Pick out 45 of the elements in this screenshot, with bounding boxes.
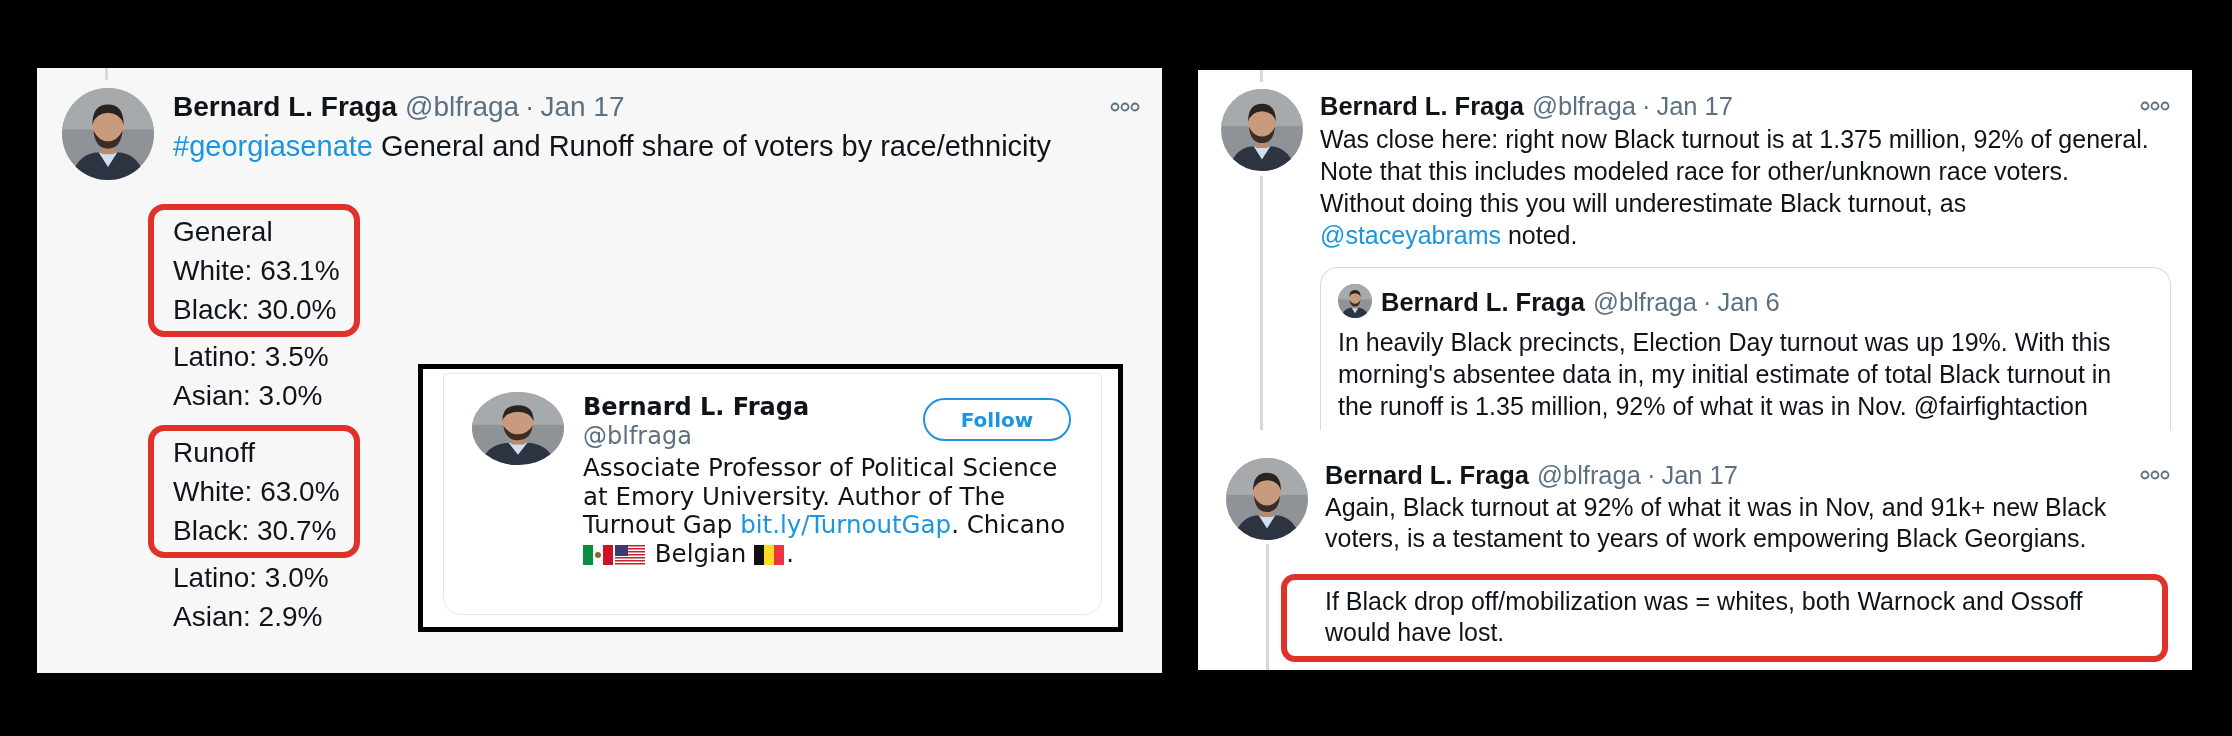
author-handle[interactable]: @blfraga [1537, 458, 1641, 492]
tweet-date[interactable]: Jan 17 [1661, 458, 1738, 492]
quoted-tweet[interactable] [1320, 267, 2171, 430]
stat-line: Black: 30.0% [173, 293, 338, 327]
author-handle[interactable]: @blfraga [405, 88, 520, 126]
tweet-date[interactable]: Jan 17 [1656, 89, 1733, 123]
bio-link[interactable]: bit.ly/TurnoutGap [740, 510, 952, 539]
tweet-text: Again, Black turnout at 92% of what it was in Nov, and 91k+ new Black voters, is a testament to years of work empowering Black Georgians. [1325, 492, 2108, 554]
author-handle[interactable]: @blfraga [1593, 284, 1697, 320]
follow-button[interactable]: Follow [923, 398, 1071, 441]
more-icon[interactable] [2140, 101, 2170, 111]
profile-name[interactable]: Bernard L. Fraga [583, 392, 923, 422]
separator-dot: · [1641, 91, 1651, 122]
more-icon[interactable] [2140, 470, 2170, 480]
mexico-flag-icon [583, 544, 613, 565]
stat-line: White: 63.0% [173, 475, 340, 509]
belgium-flag-icon [754, 544, 785, 565]
stat-line: Asian: 3.0% [172, 379, 324, 413]
stat-line: Black: 30.7% [173, 514, 338, 548]
stat-line: Latino: 3.0% [172, 561, 330, 595]
stat-line: White: 63.1% [173, 254, 340, 288]
author-name[interactable]: Bernard L. Fraga [1320, 89, 1525, 123]
quoted-text: In heavily Black precincts, Election Day turnout was up 19%. With this morning's absentee data in, my initial estimate of total Black turnout in the runoff is 1.35 million, 92% of what it was in Nov. @fairfightaction [1338, 327, 2113, 422]
tweet-text: If Black drop off/mobilization was = whites, both Warnock and Ossoff would have lost. [1325, 586, 2084, 648]
stat-line: General [173, 215, 274, 249]
author-name[interactable]: Bernard L. Fraga [173, 88, 398, 126]
tweet-text: Was close here: right now Black turnout is at 1.375 million, 92% of general. Note that this includes modeled race for other/unknown race voters. Without doing this you will underestimate Black turnout, as @staceyabrams noted. [1320, 124, 2150, 251]
mention-link[interactable]: @staceyabrams [1320, 221, 1501, 249]
tweet-date[interactable]: Jan 17 [540, 88, 625, 126]
stat-line: Latino: 3.5% [172, 340, 330, 374]
hashtag-link[interactable]: #georgiasenate [173, 130, 373, 162]
author-name[interactable]: Bernard L. Fraga [1381, 284, 1586, 320]
profile-bio: Associate Professor of Political Science at Emory University. Author of The Turnout Gap bit.ly/TurnoutGap. Chicano Belgian . [583, 454, 1067, 568]
tweet-date[interactable]: Jan 6 [1717, 284, 1780, 320]
stat-line: Asian: 2.9% [172, 600, 324, 634]
stat-line: Runoff [173, 436, 256, 470]
separator-dot: · [525, 90, 535, 124]
profile-handle[interactable]: @blfraga [583, 422, 923, 450]
author-name[interactable]: Bernard L. Fraga [1325, 458, 1530, 492]
author-handle[interactable]: @blfraga [1532, 89, 1636, 123]
more-icon[interactable] [1110, 102, 1140, 112]
separator-dot: · [1646, 460, 1656, 491]
tweet-text: #georgiasenate General and Runoff share of voters by race/ethnicity [173, 129, 1053, 164]
us-flag-icon [615, 544, 645, 565]
separator-dot: · [1702, 287, 1712, 318]
